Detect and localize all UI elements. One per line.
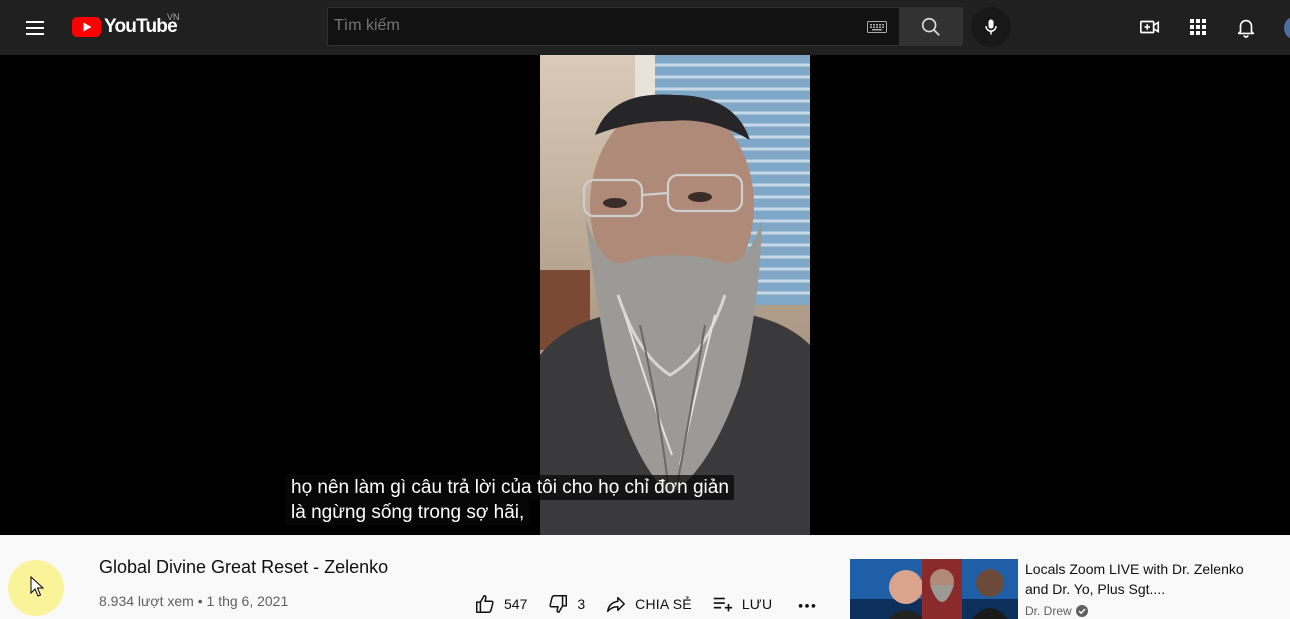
- youtube-logo[interactable]: YouTube VN: [72, 12, 180, 40]
- search-icon: [921, 17, 940, 36]
- view-count: 8.934 lượt xem: [99, 593, 194, 609]
- like-button[interactable]: 547: [474, 593, 527, 615]
- related-video-thumbnail[interactable]: [850, 559, 1018, 619]
- upload-date: 1 thg 6, 2021: [206, 593, 289, 609]
- channel-name: Dr. Drew: [1025, 604, 1072, 618]
- more-actions-button[interactable]: [796, 593, 818, 615]
- masthead: YouTube VN: [0, 0, 1290, 55]
- apps-icon[interactable]: [1186, 15, 1210, 39]
- video-title: Global Divine Great Reset - Zelenko: [99, 557, 389, 577]
- thumbs-down-icon: [549, 595, 568, 613]
- cursor-highlight: [8, 560, 64, 616]
- meta-separator: •: [197, 593, 203, 609]
- related-video-title[interactable]: Locals Zoom LIVE with Dr. Zelenko and Dr…: [1025, 559, 1265, 599]
- create-video-icon[interactable]: [1138, 15, 1162, 39]
- search-input[interactable]: [334, 17, 854, 35]
- voice-search-button[interactable]: [971, 7, 1011, 47]
- video-frame: [540, 55, 810, 535]
- verified-badge-icon: [1075, 605, 1088, 617]
- save-button[interactable]: LƯU: [712, 593, 772, 615]
- country-code: VN: [167, 12, 180, 22]
- thumbs-up-icon: [476, 595, 494, 613]
- avatar[interactable]: [1284, 16, 1290, 40]
- share-button[interactable]: CHIA SẺ: [605, 593, 692, 615]
- share-label: CHIA SẺ: [635, 596, 692, 612]
- mic-icon: [985, 19, 997, 35]
- video-meta: 8.934 lượt xem • 1 thg 6, 2021: [99, 593, 288, 609]
- share-icon: [607, 596, 626, 613]
- logo-wordmark: YouTube: [104, 16, 178, 37]
- video-player[interactable]: họ nên làm gì câu trả lời của tôi cho họ…: [0, 55, 1290, 535]
- related-video-channel[interactable]: Dr. Drew: [1025, 604, 1088, 618]
- video-actions: 547 3 CHIA SẺ LƯU: [474, 591, 818, 617]
- mouse-cursor-icon: [30, 576, 44, 597]
- notifications-icon[interactable]: [1234, 15, 1258, 39]
- caption-line-1: họ nên làm gì câu trả lời của tôi cho họ…: [286, 475, 734, 500]
- save-label: LƯU: [741, 596, 773, 612]
- more-horizontal-icon: [799, 604, 816, 608]
- add-to-playlist-icon: [713, 597, 732, 612]
- youtube-play-icon: [72, 17, 101, 37]
- dislike-button[interactable]: 3: [547, 593, 585, 615]
- closed-captions: họ nên làm gì câu trả lời của tôi cho họ…: [286, 475, 734, 525]
- menu-icon[interactable]: [24, 16, 48, 40]
- search-button[interactable]: [899, 7, 963, 46]
- search-box[interactable]: [327, 7, 900, 46]
- like-count: 547: [504, 596, 528, 612]
- keyboard-icon[interactable]: [867, 21, 887, 33]
- caption-line-2: là ngừng sống trong sợ hãi,: [286, 500, 530, 525]
- below-player: Global Divine Great Reset - Zelenko 8.93…: [0, 535, 1290, 619]
- dislike-count: 3: [577, 596, 586, 612]
